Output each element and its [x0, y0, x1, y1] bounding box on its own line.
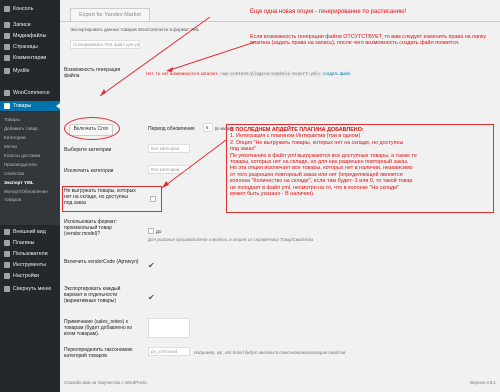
- menu-icon: [4, 240, 10, 246]
- menu-icon: [4, 68, 10, 74]
- menu-icon: [4, 44, 10, 50]
- arrow-update-box-head: [162, 181, 169, 188]
- main-content: Export for Yandex Market Экспортировать …: [60, 0, 500, 392]
- sidebar-item-label: WooCommerce: [13, 90, 50, 96]
- menu-icon: [4, 90, 10, 96]
- submenu-item-7[interactable]: Экспорт YML: [4, 178, 60, 187]
- submenu-item-9[interactable]: товаров: [4, 195, 60, 204]
- sidebar-item-items-2[interactable]: Медиафайлы: [0, 31, 60, 41]
- sidebar-item-label: Товары: [13, 103, 32, 109]
- sidebar-item-label: Пользователи: [13, 251, 48, 257]
- sidebar-item-label: Mystile: [13, 68, 30, 74]
- menu-icon: [4, 33, 10, 39]
- menu-icon: [4, 103, 10, 109]
- sidebar-item-items-3[interactable]: Страницы: [0, 42, 60, 52]
- menu-icon: [4, 273, 10, 279]
- arrow-top-note: [99, 16, 211, 97]
- menu-icon: [4, 22, 10, 28]
- submenu-item-6[interactable]: Свойства: [4, 169, 60, 178]
- sidebar-item-items_bottom-1[interactable]: Плагины: [0, 238, 60, 248]
- sidebar-item-items-0[interactable]: Консоль: [0, 4, 60, 14]
- sidebar-item-items-5[interactable]: Mystile: [0, 66, 60, 76]
- sidebar-item-label: Медиафайлы: [13, 33, 47, 39]
- sidebar-item-label: Свернуть меню: [13, 286, 52, 292]
- sidebar-item-label: Внешний вид: [13, 229, 46, 235]
- sidebar-item-items-7[interactable]: Товары: [0, 101, 60, 111]
- submenu-item-5[interactable]: Производители: [4, 160, 60, 169]
- sidebar-item-items_bottom-3[interactable]: Инструменты: [0, 260, 60, 270]
- menu-icon: [4, 286, 10, 292]
- submenu-item-2[interactable]: Категории: [4, 133, 60, 142]
- sidebar-item-label: Настройки: [13, 273, 39, 279]
- sidebar-item-items-1[interactable]: Записи: [0, 20, 60, 30]
- sidebar-item-label: Комментарии: [13, 55, 47, 61]
- menu-icon: [4, 262, 10, 268]
- arrow-top-note-head: [100, 89, 106, 96]
- submenu-item-3[interactable]: Метки: [4, 142, 60, 151]
- sidebar-item-label: Плагины: [13, 240, 35, 246]
- footer-version: Версия 3.8.1: [470, 380, 496, 385]
- menu-icon: [4, 6, 10, 12]
- sidebar-item-items_bottom-2[interactable]: Пользователи: [0, 249, 60, 259]
- annotation-arrows: [99, 16, 256, 189]
- admin-sidebar: Консоль Записи Медиафайлы Страницы Комментар…: [0, 0, 60, 392]
- arrow-cron-note: [169, 41, 256, 71]
- menu-icon: [4, 229, 10, 235]
- sidebar-item-items-4[interactable]: Комментарии: [0, 53, 60, 63]
- menu-icon: [4, 55, 10, 61]
- sidebar-item-items-6[interactable]: WooCommerce: [0, 88, 60, 98]
- footer-credit: Спасибо вам за творчество с WordPress.: [64, 380, 148, 385]
- sidebar-item-items_bottom-4[interactable]: Настройки: [0, 271, 60, 281]
- arrow-update-box: [161, 139, 227, 189]
- menu-icon: [4, 251, 10, 257]
- submenu-item-4[interactable]: Классы доставки: [4, 151, 60, 160]
- arrow-cron-note-head: [166, 67, 173, 72]
- sidebar-item-label: Инструменты: [13, 262, 47, 268]
- sidebar-item-items_bottom-5[interactable]: Свернуть меню: [0, 284, 60, 294]
- sidebar-item-items_bottom-0[interactable]: Внешний вид: [0, 227, 60, 237]
- sidebar-item-label: Записи: [13, 22, 31, 28]
- sidebar-item-label: Страницы: [13, 44, 38, 50]
- sidebar-item-label: Консоль: [13, 6, 34, 12]
- submenu-item-0[interactable]: Товары: [4, 115, 60, 124]
- submenu-item-1[interactable]: Добавить товар: [4, 124, 60, 133]
